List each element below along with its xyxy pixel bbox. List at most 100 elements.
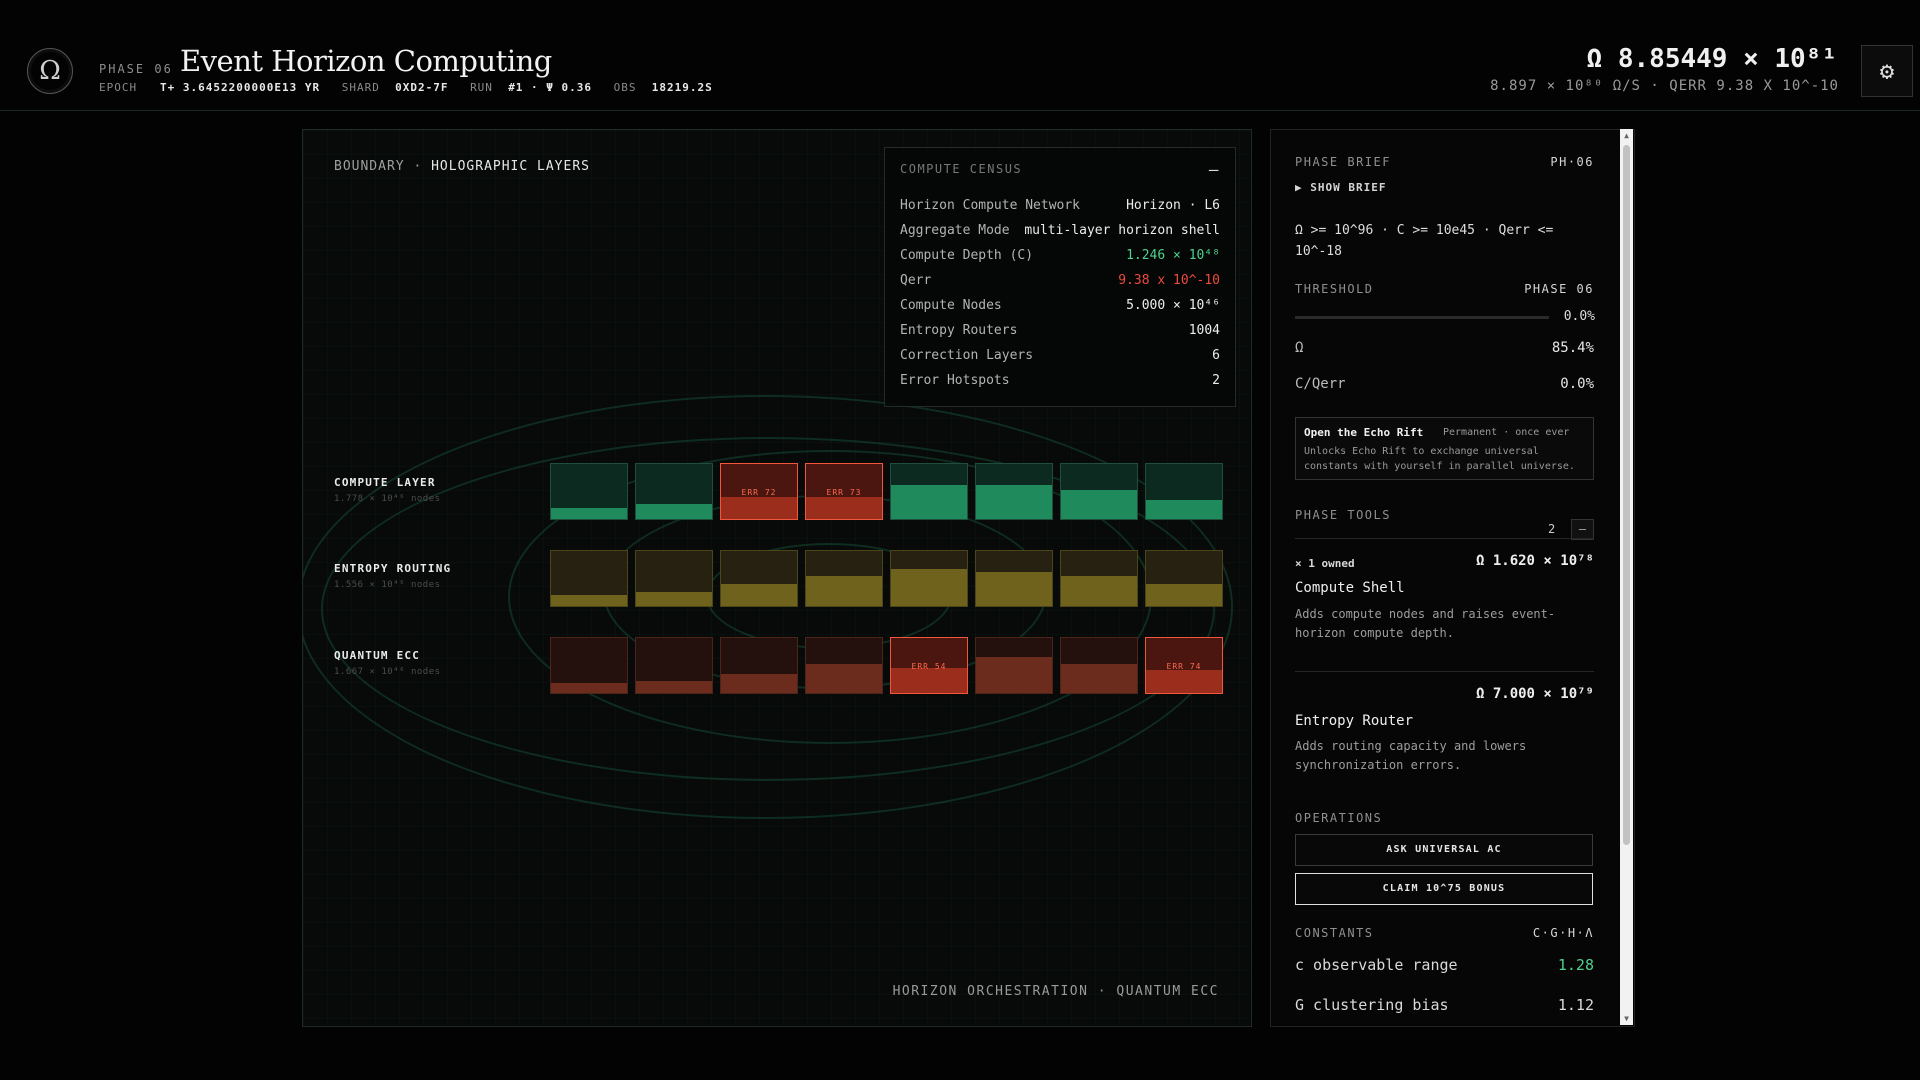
echo-rift-card[interactable]: Open the Echo Rift Permanent · once ever… (1295, 417, 1594, 480)
panel-heading: BOUNDARY · HOLOGRAPHIC LAYERS (334, 159, 590, 174)
phase-tools-header: PHASE TOOLS (1295, 508, 1594, 522)
omega-progress-row: Ω 85.4% (1295, 340, 1594, 356)
layer-cell-fill (976, 657, 1052, 693)
layer-cell[interactable] (975, 637, 1053, 694)
layer-cell-error[interactable]: ERR 73 (805, 463, 883, 520)
layer-label-compute: COMPUTE LAYER (334, 476, 436, 489)
phase-tools-count: 2 (1548, 522, 1556, 536)
layer-cell[interactable] (1060, 463, 1138, 520)
layer-cell[interactable] (720, 637, 798, 694)
layer-cell[interactable] (975, 550, 1053, 607)
constants-header: CONSTANTS C·G·H·Λ (1295, 926, 1594, 940)
cq-progress-label: C/Qerr (1295, 376, 1346, 392)
layer-cell[interactable] (805, 637, 883, 694)
scroll-down-arrow-icon[interactable]: ▼ (1620, 1014, 1633, 1023)
census-value: 5.000 × 10⁴⁶ (1126, 298, 1220, 313)
boundary-prefix: BOUNDARY · (334, 159, 423, 174)
census-value: 2 (1212, 373, 1220, 388)
census-collapse-button[interactable]: – (1209, 160, 1220, 179)
phase-label: PHASE 06 (99, 62, 173, 76)
page-title: Event Horizon Computing (180, 44, 552, 78)
constants-keys: C·G·H·Λ (1532, 926, 1594, 940)
layer-cell[interactable] (805, 550, 883, 607)
tool-description: Adds routing capacity and lowers synchro… (1295, 739, 1527, 772)
layer-cell-error[interactable]: ERR 74 (1145, 637, 1223, 694)
run-value: #1 · Ψ 0.36 (508, 81, 593, 94)
error-code-label: ERR 73 (826, 488, 862, 497)
phase-brief-title: PHASE BRIEF (1295, 155, 1391, 169)
layer-cell[interactable] (1060, 550, 1138, 607)
ask-universal-ac-button[interactable]: ASK UNIVERSAL AC (1295, 834, 1593, 866)
claim-bonus-button[interactable]: CLAIM 10^75 BONUS (1295, 873, 1593, 905)
phase-side-panel: PHASE BRIEF PH·06 ▶ SHOW BRIEF Ω >= 10^9… (1270, 129, 1635, 1027)
constants-label: CONSTANTS (1295, 926, 1374, 940)
layer-cell[interactable] (635, 637, 713, 694)
shard-label: SHARD (341, 81, 380, 94)
layer-cell[interactable] (890, 463, 968, 520)
layer-cell[interactable] (975, 463, 1053, 520)
divider (1295, 538, 1594, 539)
census-row: Compute Depth (C) 1.246 × 10⁴⁸ (900, 248, 1220, 268)
show-brief-toggle[interactable]: ▶ SHOW BRIEF (1295, 181, 1386, 194)
settings-button[interactable]: ⚙ (1861, 45, 1913, 97)
layer-cell[interactable] (720, 550, 798, 607)
layer-cell-error[interactable]: ERR 54 (890, 637, 968, 694)
census-key: Aggregate Mode (900, 223, 1010, 238)
layer-cell[interactable] (1145, 550, 1223, 607)
layer-cell-fill (806, 497, 882, 519)
layer-cell[interactable] (550, 637, 628, 694)
obs-value: 18219.2S (651, 81, 713, 94)
scrollbar-thumb[interactable] (1623, 145, 1630, 845)
scroll-up-arrow-icon[interactable]: ▲ (1620, 131, 1633, 140)
constant-row: G clustering bias 1.12 (1295, 996, 1594, 1014)
error-code-label: ERR 72 (741, 488, 777, 497)
layer-cell-error[interactable]: ERR 72 (720, 463, 798, 520)
phase-tools-collapse-button[interactable]: – (1571, 519, 1594, 540)
orchestration-footer: HORIZON ORCHESTRATION · QUANTUM ECC (892, 984, 1219, 999)
holographic-layers-panel: BOUNDARY · HOLOGRAPHIC LAYERS COMPUTE CE… (302, 129, 1252, 1027)
side-panel-scrollbar[interactable]: ▲ ▼ (1620, 129, 1633, 1025)
census-value: 6 (1212, 348, 1220, 363)
omega-progress-label: Ω (1295, 340, 1304, 356)
layer-cell-fill (551, 683, 627, 693)
layer-cell-fill (976, 484, 1052, 519)
layer-cell-fill (891, 668, 967, 693)
layer-cell-fill (806, 575, 882, 606)
layer-cell[interactable] (1145, 463, 1223, 520)
threshold-progress-bar (1295, 316, 1549, 319)
layer-sub-entropy: 1.556 × 10⁴⁶ nodes (334, 580, 441, 590)
layer-cell-fill (891, 568, 967, 606)
run-meta: EPOCH T+ 3.6452200000E13 YR SHARD 0XD2-7… (99, 81, 727, 94)
layer-cell[interactable] (550, 550, 628, 607)
census-key: Compute Nodes (900, 298, 1002, 313)
layer-cell[interactable] (890, 550, 968, 607)
layer-cell-fill (1061, 490, 1137, 519)
census-row: Compute Nodes 5.000 × 10⁴⁶ (900, 298, 1220, 318)
layer-cell[interactable] (550, 463, 628, 520)
threshold-phase: PHASE 06 (1524, 282, 1594, 296)
census-key: Qerr (900, 273, 932, 288)
tool-name: Compute Shell (1295, 580, 1405, 596)
census-value: 1.246 × 10⁴⁸ (1126, 248, 1220, 263)
layer-cell-fill (636, 680, 712, 693)
census-value: 1004 (1188, 323, 1220, 338)
layer-cell-fill (551, 508, 627, 519)
run-label: RUN (470, 81, 493, 94)
layer-cell[interactable] (1060, 637, 1138, 694)
layer-cell-fill (1146, 499, 1222, 519)
layer-cell-fill (891, 484, 967, 519)
layer-sub-compute: 1.778 × 10⁴⁶ nodes (334, 494, 441, 504)
cq-progress-row: C/Qerr 0.0% (1295, 376, 1594, 392)
threshold-header: THRESHOLD PHASE 06 (1295, 282, 1594, 296)
obs-label: OBS (613, 81, 637, 94)
census-key: Error Hotspots (900, 373, 1010, 388)
shard-value: 0XD2-7F (395, 81, 449, 94)
layer-cell[interactable] (635, 463, 713, 520)
constant-value: 1.12 (1557, 996, 1594, 1014)
tool-cost: Ω 1.620 × 10⁷⁸ (1475, 553, 1594, 569)
layer-cell[interactable] (635, 550, 713, 607)
layer-cell-fill (721, 584, 797, 606)
census-value: 9.38 x 10^-10 (1118, 273, 1220, 288)
layer-cell-fill (551, 595, 627, 606)
census-value: Horizon · L6 (1126, 198, 1220, 213)
